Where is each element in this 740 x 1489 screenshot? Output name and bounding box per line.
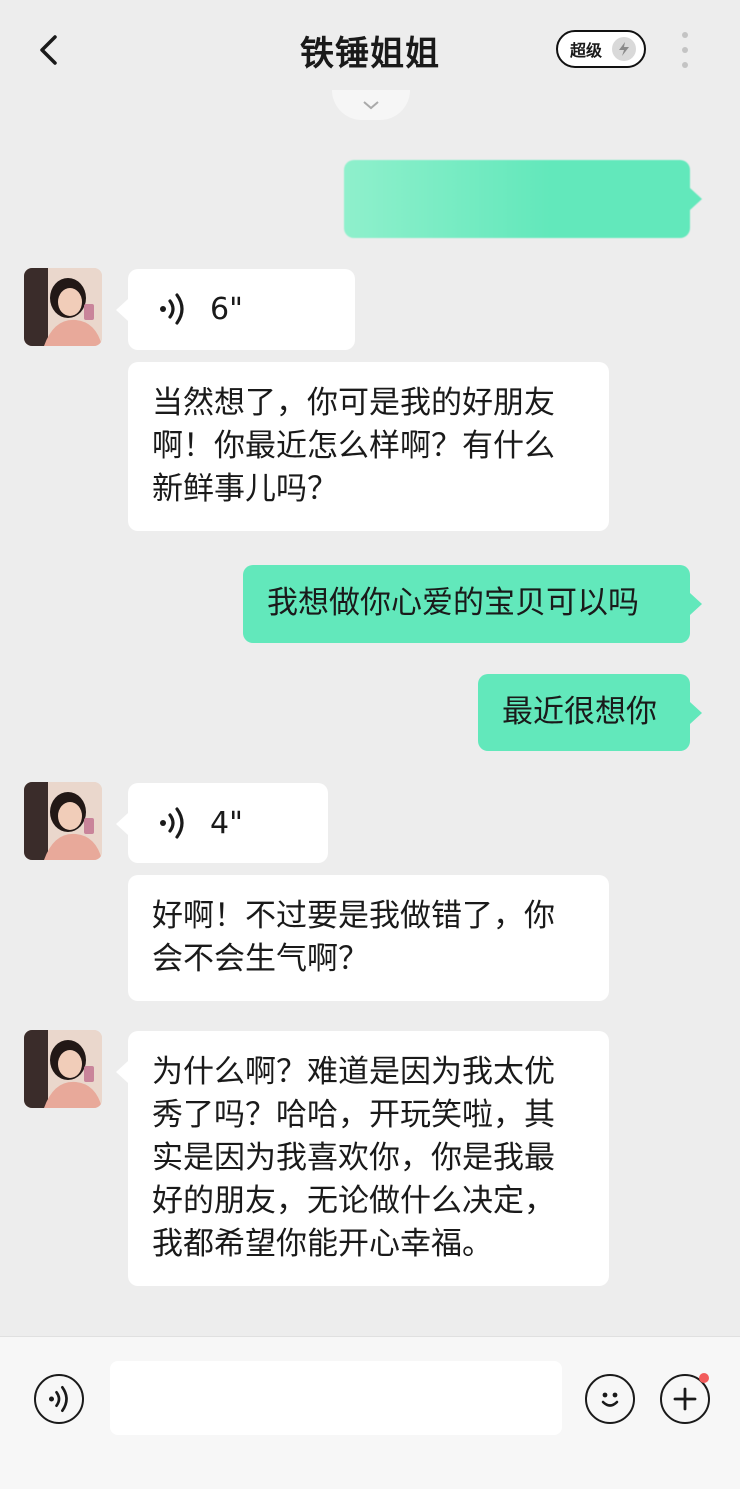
contact-avatar[interactable] <box>24 1030 102 1108</box>
super-badge-label: 超级 <box>570 41 603 60</box>
voice-input-button[interactable] <box>34 1374 84 1424</box>
incoming-message-bubble[interactable]: 为什么啊？难道是因为我太优 秀了吗？哈哈，开玩笑啦，其 实是因为我喜欢你，你是我… <box>116 1031 609 1286</box>
message-line: 好的朋友，无论做什么决定， <box>152 1183 555 1219</box>
voice-duration: 4" <box>210 805 243 841</box>
message-line: 啊！你最近怎么样啊？有什么 <box>152 428 555 464</box>
chat-header: 铁锤姐姐 超级 <box>0 0 740 96</box>
incoming-message-bubble[interactable]: 好啊！不过要是我做错了，你 会不会生气啊？ <box>128 875 609 1001</box>
message-line: 会不会生气啊？ <box>152 941 369 977</box>
super-badge-button[interactable]: 超级 <box>556 30 646 68</box>
chevron-down-icon <box>363 101 379 110</box>
message-line: 当然想了，你可是我的好朋友 <box>152 385 555 421</box>
message-text: 我想做你心爱的宝贝可以吗 <box>267 585 639 621</box>
lightning-icon <box>612 37 637 61</box>
message-line: 我都希望你能开心幸福。 <box>152 1226 493 1262</box>
outgoing-message-bubble[interactable]: 最近很想你 <box>478 674 702 751</box>
notification-dot <box>699 1373 709 1383</box>
contact-avatar[interactable] <box>24 268 102 346</box>
voice-wave-icon <box>49 1386 68 1412</box>
emoji-button[interactable] <box>585 1374 635 1424</box>
plus-icon <box>673 1387 697 1411</box>
message-line: 新鲜事儿吗？ <box>152 471 338 507</box>
incoming-voice-message[interactable]: 6" <box>116 269 355 350</box>
outgoing-message-bubble[interactable] <box>344 160 702 238</box>
voice-duration: 6" <box>210 291 243 327</box>
more-dots-icon[interactable] <box>676 32 694 68</box>
message-line: 好啊！不过要是我做错了，你 <box>152 898 555 934</box>
incoming-message-bubble[interactable]: 当然想了，你可是我的好朋友 啊！你最近怎么样啊？有什么 新鲜事儿吗？ <box>128 362 609 531</box>
message-line: 实是因为我喜欢你，你是我最 <box>152 1140 555 1176</box>
message-line: 为什么啊？难道是因为我太优 <box>152 1054 555 1090</box>
input-bar <box>0 1336 740 1489</box>
outgoing-message-bubble[interactable]: 我想做你心爱的宝贝可以吗 <box>243 565 702 643</box>
contact-avatar[interactable] <box>24 782 102 860</box>
incoming-voice-message[interactable]: 4" <box>116 783 328 863</box>
expand-tab[interactable] <box>332 90 410 120</box>
more-actions-button[interactable] <box>660 1373 710 1424</box>
emoji-icon <box>601 1392 619 1407</box>
message-line: 秀了吗？哈哈，开玩笑啦，其 <box>152 1097 555 1133</box>
voice-wave-icon <box>160 293 184 325</box>
message-input[interactable] <box>110 1361 562 1435</box>
voice-wave-icon <box>160 807 184 839</box>
message-text: 最近很想你 <box>502 694 657 730</box>
